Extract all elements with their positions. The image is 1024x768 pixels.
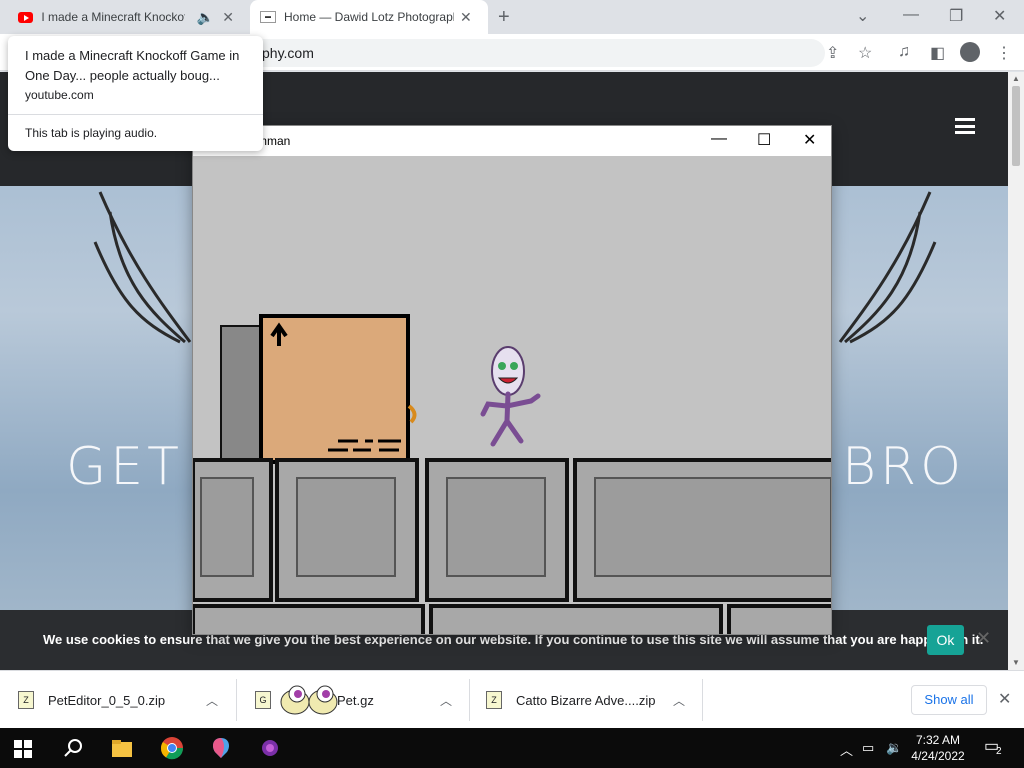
cookie-close-icon[interactable]: ✕ (976, 628, 991, 649)
site-favicon-icon: ▬ (260, 11, 276, 23)
close-downloads-icon[interactable]: ✕ (998, 689, 1011, 709)
scroll-down-icon[interactable]: ▼ (1012, 658, 1020, 667)
chevron-up-icon[interactable]: ︿ (673, 692, 685, 709)
media-control-icon[interactable]: ♫ (898, 43, 910, 61)
clock-time: 7:32 AM (915, 733, 961, 747)
downloads-bar: Z PetEditor_0_5_0.zip ︿ G Pet.gz ︿ Z Cat… (0, 670, 1024, 728)
tab-photography[interactable]: ▬ Home — Dawid Lotz Photograpl ✕ (250, 0, 488, 34)
download-filename: PetEditor_0_5_0.zip (48, 692, 166, 708)
feather-left-icon (93, 191, 192, 344)
hover-card-url: youtube.com (25, 88, 94, 102)
network-icon[interactable]: ▭ (862, 740, 874, 756)
chevron-up-icon[interactable]: ︿ (440, 692, 452, 709)
chevron-up-icon[interactable]: ︿ (840, 740, 853, 759)
speaker-icon[interactable]: 🔈 (197, 9, 214, 26)
game-close-button[interactable]: ✕ (803, 130, 816, 150)
feather-right-icon (838, 191, 937, 344)
hamburger-menu-icon[interactable] (955, 118, 975, 134)
close-tab-icon[interactable]: ✕ (222, 9, 234, 26)
cardboard-box (259, 314, 417, 464)
download-item[interactable]: G Pet.gz ︿ (237, 671, 469, 729)
download-filename: Pet.gz (337, 692, 374, 708)
game-canvas[interactable] (193, 156, 831, 634)
tab-strip: I made a Minecraft Knockoff 🔈 ✕ ▬ Home —… (0, 0, 1024, 34)
scrollbar-thumb[interactable] (1012, 86, 1020, 166)
tab-title: Home — Dawid Lotz Photograpl (284, 10, 454, 24)
download-filename: Catto Bizarre Adve....zip (516, 692, 656, 708)
hero-headline-right: BRO (842, 437, 966, 497)
tab-youtube[interactable]: I made a Minecraft Knockoff 🔈 ✕ (8, 0, 244, 34)
game-titlebar[interactable]: Helphimman — ☐ ✕ (193, 126, 831, 156)
tab-search-icon[interactable]: ⌄ (856, 6, 869, 26)
menu-kebab-icon[interactable]: ⋮ (996, 43, 1012, 63)
close-window-button[interactable]: ✕ (993, 6, 1006, 26)
share-icon[interactable]: ⇪ (826, 43, 839, 63)
file-explorer-icon[interactable] (110, 736, 134, 760)
stone-tiles (193, 458, 831, 634)
hero-headline-left: GET (66, 437, 183, 497)
new-tab-button[interactable]: + (498, 6, 510, 29)
profile-avatar-icon[interactable] (960, 42, 980, 62)
notification-count: 2 (996, 746, 1002, 757)
clock[interactable]: 7:32 AM 4/24/2022 (908, 732, 968, 764)
grey-pillar (220, 325, 266, 463)
tab-title: I made a Minecraft Knockoff (41, 10, 185, 24)
windows-start-icon[interactable] (14, 740, 38, 764)
tab-hover-card: I made a Minecraft Knockoff Game in One … (8, 36, 263, 151)
divider (8, 114, 263, 115)
close-tab-icon[interactable]: ✕ (460, 9, 472, 26)
volume-icon[interactable]: 🔉 (886, 740, 902, 756)
bookmark-star-icon[interactable]: ☆ (858, 43, 872, 63)
game-window: Helphimman — ☐ ✕ (192, 125, 832, 635)
windows-taskbar: ︿ ▭ 🔉 7:32 AM 4/24/2022 ▭ 2 (0, 728, 1024, 768)
side-panel-icon[interactable]: ◧ (930, 43, 945, 63)
game-maximize-button[interactable]: ☐ (757, 130, 771, 150)
chevron-up-icon[interactable]: ︿ (206, 692, 218, 709)
hover-card-audio-note: This tab is playing audio. (25, 126, 158, 140)
hover-card-title: I made a Minecraft Knockoff Game in One … (25, 48, 240, 83)
youtube-icon (18, 11, 34, 23)
show-all-button[interactable]: Show all (911, 685, 987, 715)
scroll-up-icon[interactable]: ▲ (1012, 74, 1020, 83)
zip-file-icon: Z (18, 691, 34, 709)
chrome-icon[interactable] (160, 736, 184, 760)
zip-file-icon: Z (486, 691, 502, 709)
page-scrollbar[interactable]: ▲ ▼ (1008, 72, 1024, 670)
search-icon[interactable] (62, 736, 86, 760)
game-minimize-button[interactable]: — (711, 130, 727, 148)
pet-sprite-icon (280, 685, 338, 715)
minimize-button[interactable]: — (903, 6, 919, 24)
clock-date: 4/24/2022 (911, 749, 965, 763)
paint-3d-icon[interactable] (209, 736, 233, 760)
download-item[interactable]: Z Catto Bizarre Adve....zip ︿ (470, 671, 702, 729)
download-item[interactable]: Z PetEditor_0_5_0.zip ︿ (0, 671, 236, 729)
divider (702, 679, 703, 721)
game-taskbar-icon[interactable] (258, 736, 282, 760)
restore-button[interactable]: ❐ (949, 6, 963, 26)
gz-file-icon: G (255, 691, 271, 709)
cookie-ok-button[interactable]: Ok (927, 625, 964, 655)
